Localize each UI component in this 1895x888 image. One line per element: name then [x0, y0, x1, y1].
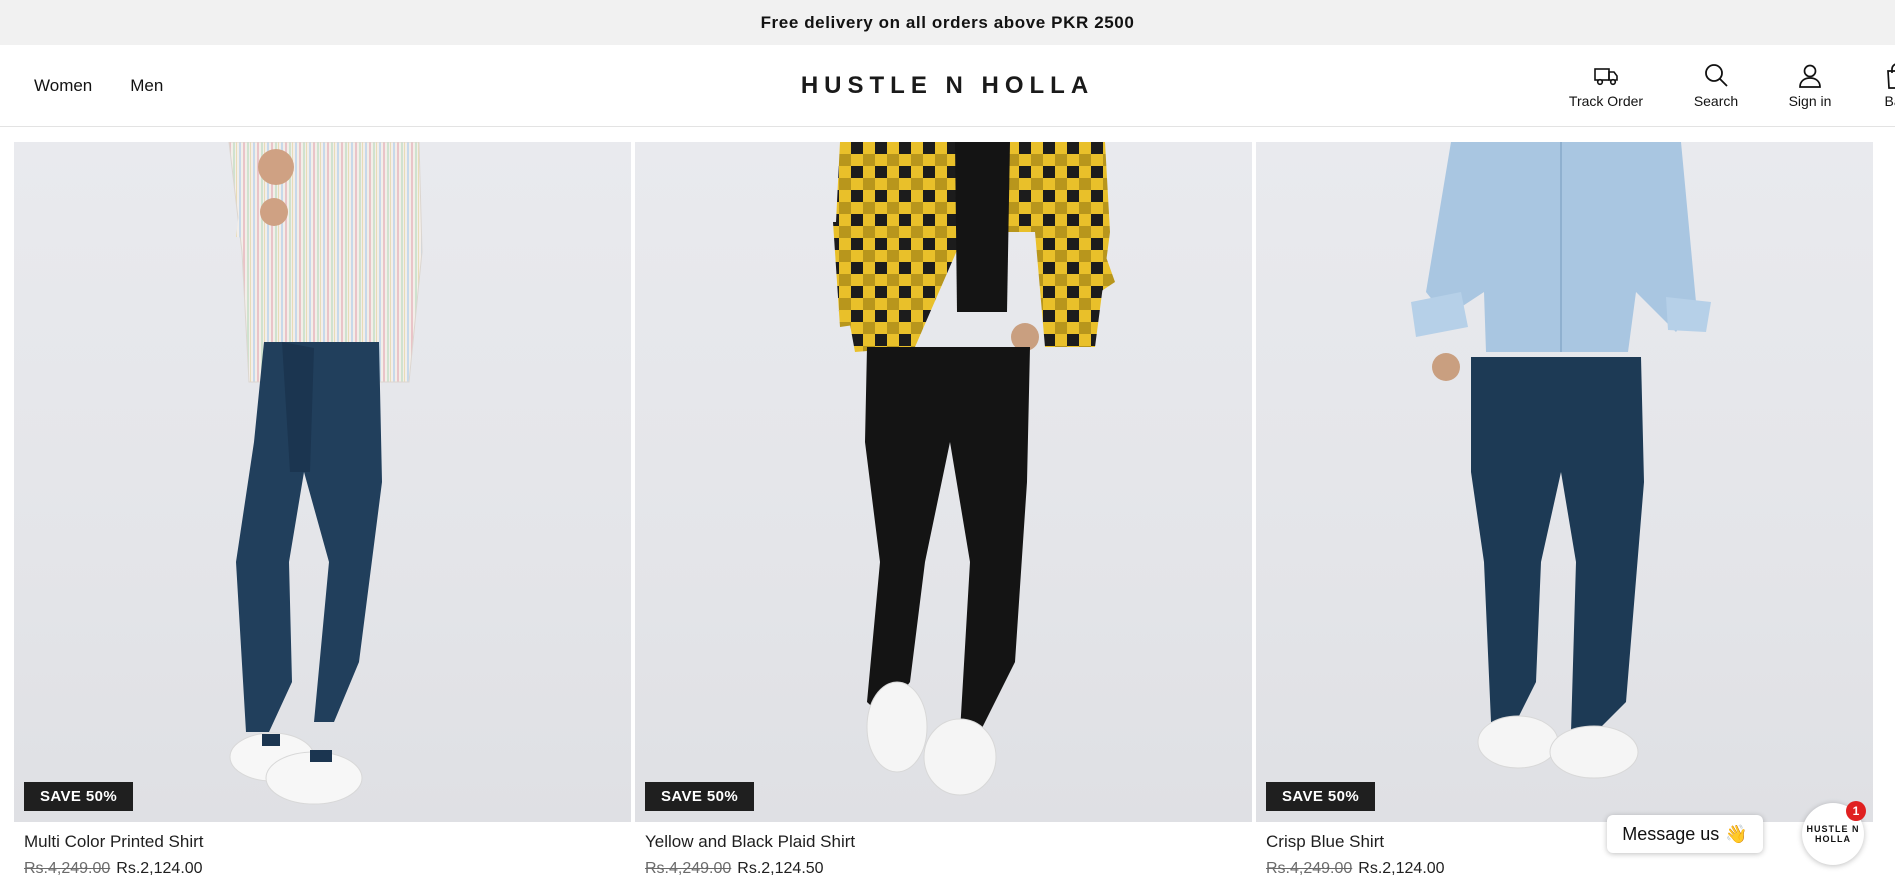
search-icon — [1705, 64, 1728, 87]
site-header: Women Men HUSTLE N HOLLA Track Order Sea… — [0, 45, 1895, 127]
model-striped-shirt-illustration — [228, 142, 423, 805]
sign-in-button[interactable]: Sign in — [1765, 61, 1855, 109]
chat-brand-mark: HUSTLE N HOLLA — [1802, 824, 1864, 844]
truck-icon — [1594, 68, 1618, 86]
chat-brand-text: HUSTLE N HOLLA — [1806, 824, 1860, 844]
announcement-bar: Free delivery on all orders above PKR 25… — [0, 0, 1895, 45]
original-price: Rs.4,249.00 — [24, 860, 111, 877]
model-blue-shirt-illustration — [1411, 142, 1711, 779]
message-us-button[interactable]: Message us 👋 — [1607, 815, 1763, 853]
product-title[interactable]: Crisp Blue Shirt — [1266, 832, 1873, 852]
sale-price: Rs.2,124.00 — [1358, 860, 1445, 877]
search-label: Search — [1693, 93, 1739, 109]
sale-price: Rs.2,124.50 — [737, 860, 824, 877]
model-plaid-shirt-illustration — [833, 142, 1115, 796]
product-prices: Rs.4,249.00 Rs.2,124.00 — [1266, 860, 1873, 878]
unread-count-badge: 1 — [1846, 801, 1866, 821]
bag-label: Bag — [1884, 93, 1895, 109]
search-button[interactable]: Search — [1671, 61, 1761, 109]
sale-price: Rs.2,124.00 — [116, 860, 203, 877]
chat-launcher-button[interactable]: HUSTLE N HOLLA 1 — [1802, 801, 1866, 865]
bag-button[interactable]: Bag — [1852, 61, 1895, 109]
sale-badge: SAVE 50% — [24, 782, 134, 811]
waving-hand-icon: 👋 — [1725, 823, 1748, 844]
product-title[interactable]: Multi Color Printed Shirt — [24, 832, 631, 852]
product-card[interactable]: SAVE 50% Crisp Blue Shirt Rs.4,249.00 Rs.… — [1256, 142, 1873, 878]
message-us-label: Message us — [1622, 823, 1720, 844]
nav-women[interactable]: Women — [34, 76, 92, 96]
announcement-text: Free delivery on all orders above PKR 25… — [760, 12, 1135, 32]
sale-badge: SAVE 50% — [645, 782, 755, 811]
bag-icon — [1887, 63, 1895, 89]
sale-badge: SAVE 50% — [1266, 782, 1376, 811]
nav-men[interactable]: Men — [130, 76, 163, 96]
product-card[interactable]: SAVE 50% Yellow and Black Plaid Shirt Rs… — [635, 142, 1252, 878]
product-card[interactable]: SAVE 50% Multi Color Printed Shirt Rs.4,… — [14, 142, 631, 878]
brand-logo[interactable]: HUSTLE N HOLLA — [801, 72, 1094, 100]
track-order-button[interactable]: Track Order — [1561, 61, 1651, 109]
sign-in-label: Sign in — [1788, 93, 1832, 109]
user-icon — [1799, 64, 1821, 88]
original-price: Rs.4,249.00 — [1266, 860, 1353, 877]
main-nav: Women Men — [34, 45, 163, 126]
product-image[interactable]: SAVE 50% — [635, 142, 1252, 822]
product-prices: Rs.4,249.00 Rs.2,124.00 — [24, 860, 631, 878]
product-prices: Rs.4,249.00 Rs.2,124.50 — [645, 860, 1252, 878]
original-price: Rs.4,249.00 — [645, 860, 732, 877]
product-title[interactable]: Yellow and Black Plaid Shirt — [645, 832, 1252, 852]
product-image[interactable]: SAVE 50% — [1256, 142, 1873, 822]
track-order-label: Track Order — [1568, 93, 1644, 109]
product-image[interactable]: SAVE 50% — [14, 142, 631, 822]
